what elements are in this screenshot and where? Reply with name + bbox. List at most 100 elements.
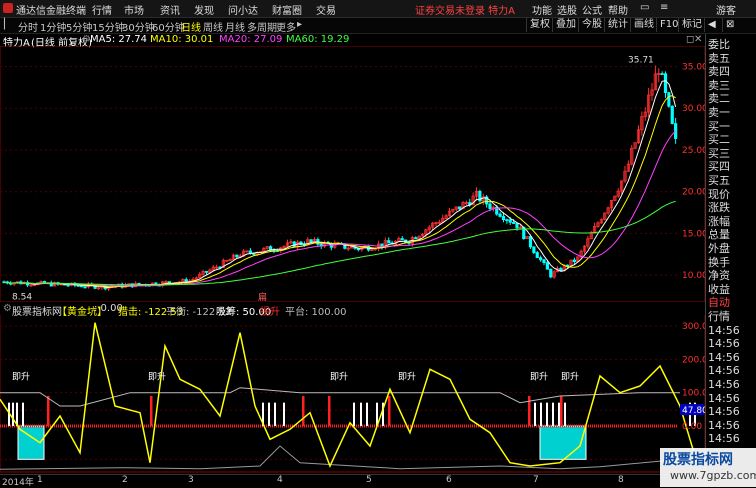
app-title: 通达信金融终端 xyxy=(16,6,86,17)
menu-help[interactable]: 帮助 xyxy=(608,2,628,17)
menu-wealth[interactable]: 财富圈 xyxy=(272,2,302,17)
side-panel-item: 行情 xyxy=(708,310,730,323)
price-axis-label: 10.00 xyxy=(682,271,705,281)
chart-area[interactable]: 即升 即升 即升 即升 即升 即升 35.00 30.00 25.00 20.00 15.00 10… xyxy=(0,46,705,474)
indicator-axis-label: 200.00 xyxy=(682,355,705,365)
period-more[interactable]: 更多 xyxy=(276,19,296,34)
xichou-bar xyxy=(366,402,368,426)
ma-lines xyxy=(3,80,677,289)
more-arrow-icon[interactable]: ▸ xyxy=(297,19,302,30)
menu-formula[interactable]: 公式 xyxy=(582,2,602,17)
login-alert[interactable]: 证券交易未登录 特力A xyxy=(415,2,515,17)
jisheng-label: 即升 xyxy=(398,371,416,382)
xichou-bar xyxy=(268,402,270,426)
tool-rights[interactable]: 复权 xyxy=(526,18,553,32)
close-icon[interactable]: ✕ xyxy=(694,34,702,45)
xichou-bar xyxy=(274,402,276,426)
price-axis-label: 25.00 xyxy=(682,146,705,156)
candle-body xyxy=(83,286,87,289)
period-timeshare[interactable]: 分时 xyxy=(18,19,38,34)
prev-arrow-icon[interactable]: ◀ xyxy=(704,18,719,32)
period-1min[interactable]: 1分钟 xyxy=(40,19,66,34)
candle-body xyxy=(309,239,313,243)
period-5min[interactable]: 5分钟 xyxy=(66,19,92,34)
menu-quotes[interactable]: 行情 xyxy=(92,2,112,17)
period-60min[interactable]: 60分钟 xyxy=(152,19,185,34)
candle-body xyxy=(515,223,519,229)
candle-body xyxy=(549,268,553,278)
minimize-icon[interactable]: ▭ xyxy=(640,2,649,13)
side-panel-item: 净资 xyxy=(708,269,730,283)
side-panel-item: 涨幅 xyxy=(708,214,730,228)
candle-body xyxy=(660,73,664,75)
candle-body xyxy=(498,213,502,217)
menu-discover[interactable]: 发现 xyxy=(194,2,214,17)
guaisheng-bar xyxy=(388,396,391,426)
time-axis-m2: 2 xyxy=(122,475,128,485)
jisheng-label: 即升 xyxy=(561,371,579,382)
ma5-label: MA5: 27.74 xyxy=(90,34,148,45)
side-panel-item: 14:56 xyxy=(708,350,740,364)
period-daily[interactable]: 日线 xyxy=(181,19,201,34)
period-weekly[interactable]: 周线 xyxy=(203,19,223,34)
close-panel-icon[interactable]: ⊠ xyxy=(722,18,737,32)
tool-mark[interactable]: 标记 xyxy=(678,18,705,32)
candle-body xyxy=(532,246,536,253)
tool-today-stock[interactable]: 今股 xyxy=(578,18,605,32)
side-panel-item: 卖三 xyxy=(708,78,730,92)
xichou-bar xyxy=(546,402,548,426)
candle-body xyxy=(414,237,418,240)
candle-body xyxy=(528,236,533,248)
xichou-bar xyxy=(540,402,542,426)
period-30min[interactable]: 30分钟 xyxy=(122,19,155,34)
time-axis-m7: 7 xyxy=(533,475,539,485)
period-minute-chart-icon: ▏ xyxy=(4,19,12,30)
side-panel-item: 买二 xyxy=(708,133,730,147)
title-bar: 通达信金融终端 行情 市场 资讯 发现 问小达 财富圈 交易 证券交易未登录 特… xyxy=(0,0,756,18)
indicator-axis-label: 47.80 xyxy=(682,406,705,416)
golden-pit-box xyxy=(539,425,587,460)
period-15min[interactable]: 15分钟 xyxy=(92,19,125,34)
candle-body xyxy=(387,240,391,244)
period-multi[interactable]: 多周期 xyxy=(247,19,277,34)
tool-stats[interactable]: 统计 xyxy=(604,18,631,32)
price-axis-label: 20.00 xyxy=(682,188,705,198)
indicator-source: 股票指标网 xyxy=(12,307,62,318)
indicator-axis-label: 100.00 xyxy=(682,389,705,399)
period-monthly[interactable]: 月线 xyxy=(225,19,245,34)
menu-select-stock[interactable]: 选股 xyxy=(557,2,577,17)
candle-body xyxy=(505,219,509,221)
side-panel-item: 14:56 xyxy=(708,432,740,446)
quote-side-panel: 委比 卖五 卖四 卖三 卖二 卖一 买一 买二 买三 买四 买五 现价 涨跌 涨幅 总量 外盘 换手 净资 收益 自动… xyxy=(705,34,756,487)
xichou-bar xyxy=(558,402,560,426)
candle-body xyxy=(559,268,563,272)
price-panel-frame xyxy=(0,46,705,303)
menu-guest[interactable]: 游客 xyxy=(716,2,736,17)
guaisheng-bar xyxy=(150,396,153,426)
menu-function[interactable]: 功能 xyxy=(532,2,552,17)
candle-body xyxy=(542,259,546,264)
candle-body xyxy=(535,252,539,259)
side-panel-item: 自动 xyxy=(708,296,730,310)
tool-overlay[interactable]: 叠加 xyxy=(552,18,579,32)
menu-icon[interactable]: ≡ xyxy=(660,2,668,13)
candlestick-series xyxy=(2,65,678,292)
guaisheng-bar xyxy=(302,396,305,426)
side-panel-item: 14:56 xyxy=(708,391,740,405)
side-panel-item: 14:56 xyxy=(708,337,740,351)
candle-body xyxy=(66,284,70,287)
side-panel-item: 买三 xyxy=(708,146,730,160)
candle-body xyxy=(512,221,516,224)
side-panel-item: 14:56 xyxy=(708,405,740,419)
indicator-gear-icon[interactable]: ⚙ xyxy=(3,303,12,314)
menu-ask[interactable]: 问小达 xyxy=(228,2,258,17)
tool-draw[interactable]: 画线 xyxy=(630,18,657,32)
candle-body xyxy=(572,259,576,263)
jisheng-label: 即升 xyxy=(148,371,166,382)
menu-trade[interactable]: 交易 xyxy=(316,2,336,17)
price-axis-label: 30.00 xyxy=(682,104,705,114)
watermark: 股票指标网 www.7gpzb.com xyxy=(660,448,756,487)
side-panel-item: 卖二 xyxy=(708,92,730,106)
menu-news[interactable]: 资讯 xyxy=(160,2,180,17)
menu-market[interactable]: 市场 xyxy=(124,2,144,17)
